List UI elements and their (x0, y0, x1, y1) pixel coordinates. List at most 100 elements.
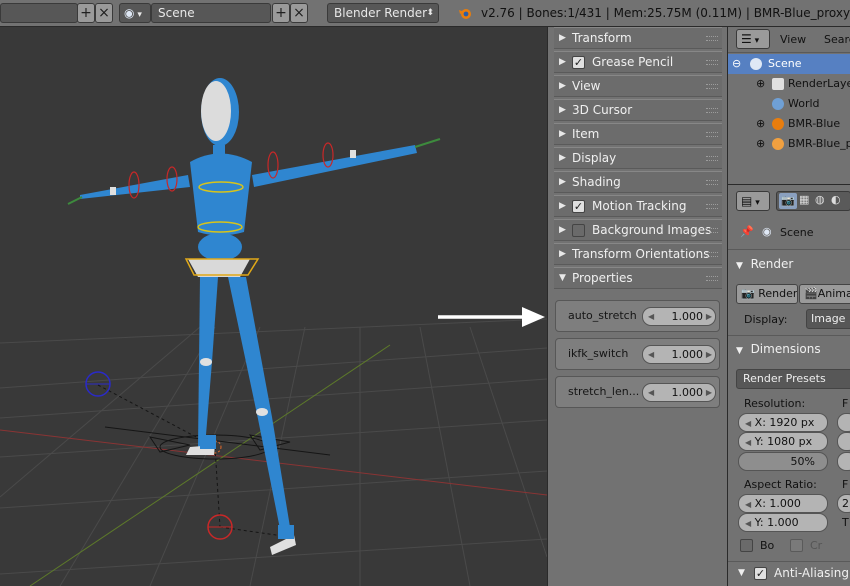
panel-shading[interactable]: ▶ Shading (554, 171, 722, 193)
collapse-triangle-icon: ▼ (559, 273, 566, 283)
expand-triangle-icon: ▶ (559, 57, 566, 67)
world-context-icon[interactable]: ◐ (831, 193, 841, 206)
screen-layout-field[interactable] (0, 3, 78, 23)
property-ikfk-switch: ikfk_switch ◀ 1.000 ▶ (555, 338, 720, 370)
drag-grip-icon[interactable] (706, 276, 718, 281)
render-layers-icon (772, 78, 784, 90)
panel-grease-pencil[interactable]: ▶ ✓ Grease Pencil (554, 51, 722, 73)
expand-triangle-icon: ▶ (559, 153, 566, 163)
frame-end-field[interactable] (837, 432, 850, 451)
resolution-percentage-slider[interactable]: 50% (738, 452, 828, 471)
anti-aliasing-section-header[interactable]: Anti-Aliasing (774, 566, 850, 580)
outliner-item-bmr-blue-proxy[interactable]: ⊕ BMR-Blue_proxy (728, 134, 850, 154)
render-engine-dropdown[interactable]: Blender Render ⬍ (327, 3, 439, 23)
panel-properties[interactable]: ▼ Properties (554, 267, 722, 289)
aspect-x-field[interactable]: ◀ X: 1.000 (738, 494, 828, 513)
outliner-header: ☰ ▾ View Searc (728, 27, 850, 53)
resolution-y-field[interactable]: ◀ Y: 1080 px (738, 432, 828, 451)
outliner: ☰ ▾ View Searc ⊖ Scene ⊕ RenderLayers Wo… (727, 27, 850, 184)
panel-3d-cursor[interactable]: ▶ 3D Cursor (554, 99, 722, 121)
motion-tracking-checkbox[interactable]: ✓ (572, 200, 585, 213)
properties-editor-type-button[interactable]: ▤ ▾ (736, 191, 770, 211)
aspect-y-field[interactable]: ◀ Y: 1.000 (738, 513, 828, 532)
frame-step-field[interactable] (837, 452, 850, 471)
frame-start-field[interactable] (837, 413, 850, 432)
drag-grip-icon[interactable] (706, 156, 718, 161)
decrement-arrow-icon[interactable]: ◀ (648, 308, 654, 325)
layers-context-icon[interactable]: ▦ (799, 193, 809, 206)
panel-transform[interactable]: ▶ Transform (554, 27, 722, 49)
expand-icon[interactable]: ⊕ (756, 114, 765, 134)
expand-triangle-icon: ▶ (559, 105, 566, 115)
outliner-item-scene[interactable]: ⊖ Scene (728, 54, 850, 74)
expand-triangle-icon: ▶ (559, 201, 566, 211)
render-context-tab[interactable]: 📷 (779, 193, 797, 209)
drag-grip-icon[interactable] (706, 60, 718, 65)
ikfk-switch-value-field[interactable]: ◀ 1.000 ▶ (642, 345, 716, 364)
border-checkbox[interactable] (740, 539, 753, 552)
dimensions-section-header[interactable]: ▼ Dimensions (736, 342, 850, 356)
grease-pencil-checkbox[interactable]: ✓ (572, 56, 585, 69)
remove-scene-button[interactable]: × (290, 3, 308, 23)
decrement-arrow-icon[interactable]: ◀ (648, 384, 654, 401)
drag-grip-icon[interactable] (706, 132, 718, 137)
panel-display[interactable]: ▶ Display (554, 147, 722, 169)
remove-screen-button[interactable]: × (95, 3, 113, 23)
background-images-checkbox[interactable] (572, 224, 585, 237)
expand-icon[interactable]: ⊕ (756, 74, 765, 94)
drag-grip-icon[interactable] (706, 36, 718, 41)
outliner-item-world[interactable]: World (728, 94, 850, 114)
scene-name-field[interactable]: Scene (151, 3, 271, 23)
anti-aliasing-checkbox[interactable]: ✓ (754, 567, 767, 580)
increment-arrow-icon[interactable]: ▶ (706, 346, 712, 363)
drag-grip-icon[interactable] (706, 180, 718, 185)
add-scene-button[interactable]: + (272, 3, 290, 23)
crop-checkbox[interactable] (790, 539, 803, 552)
3d-viewport[interactable] (0, 27, 547, 586)
increment-arrow-icon[interactable]: ▶ (706, 308, 712, 325)
frame-rate-field[interactable]: 2 (837, 494, 850, 513)
add-screen-button[interactable]: + (77, 3, 95, 23)
info-header: + × ◉ ▾ Scene + × Blender Render ⬍ v2.76… (0, 0, 850, 27)
outliner-item-bmr-blue[interactable]: ⊕ BMR-Blue (728, 114, 850, 134)
context-tabs: 📷 ▦ ◍ ◐ (776, 191, 850, 211)
render-button[interactable]: 📷 Render (736, 284, 798, 304)
render-section-header[interactable]: ▼ Render (736, 257, 850, 271)
display-dropdown[interactable]: Image E (806, 309, 850, 329)
panel-background-images[interactable]: ▶ Background Images (554, 219, 722, 241)
expand-icon[interactable]: ⊕ (756, 134, 765, 154)
panel-transform-orientations[interactable]: ▶ Transform Orientations (554, 243, 722, 265)
render-presets-dropdown[interactable]: Render Presets (736, 369, 850, 389)
outliner-item-renderlayers[interactable]: ⊕ RenderLayers (728, 74, 850, 94)
resolution-x-field[interactable]: ◀ X: 1920 px (738, 413, 828, 432)
increment-arrow-icon[interactable]: ▶ (706, 384, 712, 401)
panel-motion-tracking[interactable]: ▶ ✓ Motion Tracking (554, 195, 722, 217)
outliner-search-menu[interactable]: Searc (824, 33, 850, 46)
panel-view[interactable]: ▶ View (554, 75, 722, 97)
drag-grip-icon[interactable] (706, 204, 718, 209)
auto-stretch-value-field[interactable]: ◀ 1.000 ▶ (642, 307, 716, 326)
drag-grip-icon[interactable] (706, 108, 718, 113)
world-icon (772, 98, 784, 110)
decrement-arrow-icon[interactable]: ◀ (648, 346, 654, 363)
drag-grip-icon[interactable] (706, 252, 718, 257)
armature-icon (772, 118, 784, 130)
scene-browse-button[interactable]: ◉ ▾ (119, 3, 151, 23)
pin-icon[interactable]: 📌 (740, 225, 754, 238)
collapse-icon[interactable]: ⊖ (732, 54, 741, 74)
animation-button[interactable]: 🎬Animati (799, 284, 850, 304)
animation-icon: 🎬 (804, 287, 818, 300)
outliner-view-menu[interactable]: View (780, 33, 806, 46)
property-stretch-length: stretch_len... ◀ 1.000 ▶ (555, 376, 720, 408)
panel-item[interactable]: ▶ Item (554, 123, 722, 145)
scene-icon: ◉ (124, 6, 135, 20)
scene-context-icon[interactable]: ◍ (815, 193, 825, 206)
armature-proxy-icon (772, 138, 784, 150)
stretch-length-value-field[interactable]: ◀ 1.000 ▶ (642, 383, 716, 402)
editor-type-button[interactable]: ☰ ▾ (736, 29, 770, 49)
render-icon: 📷 (741, 287, 755, 300)
expand-triangle-icon: ▶ (559, 129, 566, 139)
drag-grip-icon[interactable] (706, 84, 718, 89)
collapse-triangle-icon[interactable]: ▼ (738, 568, 745, 578)
drag-grip-icon[interactable] (706, 228, 718, 233)
